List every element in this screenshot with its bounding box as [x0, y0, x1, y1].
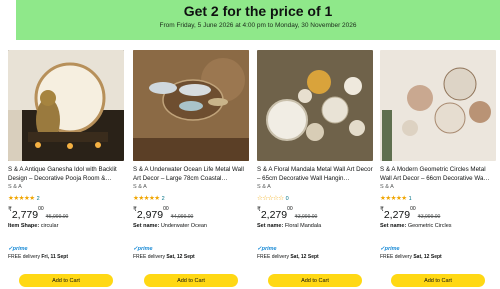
product-title[interactable]: S & A Floral Mandala Metal Wall Art Deco…: [257, 166, 373, 183]
promo-banner: Get 2 for the price of 1 From Friday, 5 …: [16, 0, 500, 40]
list-price: ₹4,999.00: [170, 214, 194, 220]
product-image[interactable]: [257, 50, 373, 161]
rating-stars[interactable]: ★★★★★ 2: [8, 194, 40, 202]
product-attribute: Set name: Floral Mandala: [257, 223, 322, 229]
prime-badge: ✓prime: [380, 246, 400, 252]
product-attribute: Item Shape: circular: [8, 223, 59, 229]
product-brand: S & A: [257, 184, 271, 190]
delivery-info: FREE delivery Fri, 11 Sept: [8, 254, 69, 260]
price: ₹2,97900₹4,999.00: [133, 206, 194, 221]
add-to-cart-button[interactable]: Add to Cart: [144, 274, 238, 287]
list-price: ₹3,999.00: [294, 214, 318, 220]
product-title[interactable]: S & A Underwater Ocean Life Metal Wall A…: [133, 166, 249, 183]
rating-stars[interactable]: ★★★★★ 1: [380, 194, 412, 202]
delivery-info: FREE delivery Sat, 12 Sept: [380, 254, 442, 260]
add-to-cart-button[interactable]: Add to Cart: [268, 274, 362, 287]
list-price: ₹5,999.00: [45, 214, 69, 220]
product-title[interactable]: S & A Antique Ganesha Idol with Backlit …: [8, 166, 124, 183]
product-card: S & A Modern Geometric Circles Metal Wal…: [380, 50, 496, 289]
price: ₹2,27900₹3,999.00: [380, 206, 441, 221]
product-attribute: Set name: Underwater Ocean: [133, 223, 207, 229]
rating-count[interactable]: 2: [162, 196, 165, 202]
promo-dates: From Friday, 5 June 2026 at 4:00 pm to M…: [159, 22, 357, 29]
delivery-info: FREE delivery Sat, 12 Sept: [133, 254, 195, 260]
promo-title: Get 2 for the price of 1: [183, 3, 333, 19]
product-card: S & A Underwater Ocean Life Metal Wall A…: [133, 50, 249, 289]
prime-badge: ✓prime: [8, 246, 28, 252]
product-brand: S & A: [380, 184, 394, 190]
product-card: S & A Antique Ganesha Idol with Backlit …: [8, 50, 124, 289]
delivery-info: FREE delivery Sat, 12 Sept: [257, 254, 319, 260]
prime-badge: ✓prime: [257, 246, 277, 252]
add-to-cart-button[interactable]: Add to Cart: [391, 274, 485, 287]
rating-count[interactable]: 2: [37, 196, 40, 202]
product-image[interactable]: [380, 50, 496, 161]
rating-stars[interactable]: ★★★★★ 2: [133, 194, 165, 202]
product-brand: S & A: [133, 184, 147, 190]
add-to-cart-button[interactable]: Add to Cart: [19, 274, 113, 287]
product-grid: S & A Antique Ganesha Idol with Backlit …: [8, 50, 500, 289]
price: ₹2,77900₹5,999.00: [8, 206, 69, 221]
product-brand: S & A: [8, 184, 22, 190]
product-card: S & A Floral Mandala Metal Wall Art Deco…: [257, 50, 373, 289]
price: ₹2,27900₹3,999.00: [257, 206, 318, 221]
product-title[interactable]: S & A Modern Geometric Circles Metal Wal…: [380, 166, 496, 183]
product-image[interactable]: [8, 50, 124, 161]
product-attribute: Set name: Geometric Circles: [380, 223, 452, 229]
product-image[interactable]: [133, 50, 249, 161]
rating-count[interactable]: 0: [286, 196, 289, 202]
list-price: ₹3,999.00: [417, 214, 441, 220]
prime-badge: ✓prime: [133, 246, 153, 252]
rating-stars[interactable]: ☆☆☆☆☆ 0: [257, 194, 289, 202]
rating-count[interactable]: 1: [409, 196, 412, 202]
